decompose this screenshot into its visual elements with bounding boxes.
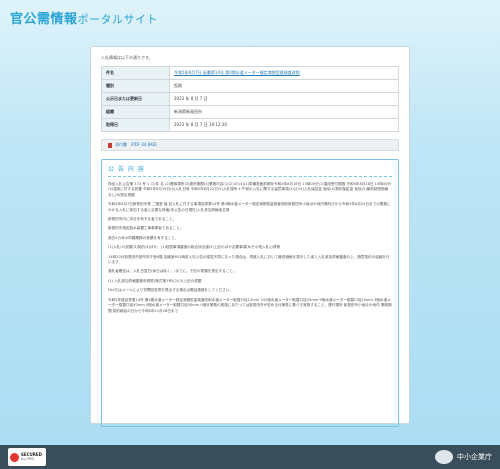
content-paragraph: 新発田市内に本社を有する者であること。 xyxy=(108,217,177,222)
agency-emblem-icon xyxy=(435,450,453,464)
table-row: 組織 新潟県新発田市 xyxy=(101,105,399,119)
agency-name: 中小企業庁 xyxy=(457,453,492,461)
bid-detail-card: 入札情報は以下の通りです。 件名 令和5年8月7日 延書第14号 第4期水道メー… xyxy=(90,46,410,427)
content-paragraph: 令和5年8月7日新発田市長 二階堂 馨 記入札に付する事項延書第14号 第4期水… xyxy=(108,202,391,212)
content-paragraph: 新発田市指定給水装置工事事業者であること。 xyxy=(108,226,184,231)
content-paragraph: 物品入札公告第 173 号 1 (1)件 名 (2)履取場所(3)委託期間(4)… xyxy=(108,182,392,197)
row-value: 新潟県新発田市 xyxy=(169,105,399,119)
content-paragraph: FAX又はメールにより質問回答書を提出する場合は電話連絡をしてください。 xyxy=(108,288,233,293)
agency-logo[interactable]: 中小企業庁 xyxy=(435,450,492,464)
notice-content: 公 告 内 容 物品入札公告第 173 号 1 (1)件 名 (2)履取場所(3… xyxy=(101,159,399,427)
row-label: 件名 xyxy=(101,66,170,80)
content-paragraph: 落札者確定は、入札日翌日(休日は除く。)までに、下記の書類を提出すること。 xyxy=(108,269,237,274)
content-paragraph: 過去5カ年の同種業務の実績を有すること。 xyxy=(108,235,179,240)
attachment-row: 添付書 （PDF 44.6KB） xyxy=(101,139,399,151)
pdf-icon xyxy=(108,142,112,148)
row-label: 取得日 xyxy=(101,118,170,132)
content-paragraph: (1)入札(2)設置(3)契約(4)ほか、(1)経営事項審査の総合評点値(5)上… xyxy=(108,245,281,250)
intro-text: 入札情報は以下の通りです。 xyxy=(101,55,153,60)
secured-badge[interactable]: SECURED by JPRS xyxy=(8,448,46,466)
row-value: 令和5年8月7日 延書第14号 第4期水道メーター検定満期型量検査改削 xyxy=(169,66,399,80)
site-logo[interactable]: 官公需情報ポータルサイト xyxy=(10,12,158,27)
secured-title: SECURED xyxy=(21,451,42,457)
content-paragraph: 令和5年度延書第14号 第4期水道メーター検定満期型量検査改削水道メーター取替口… xyxy=(108,297,392,313)
content-paragraph: (1) 入札参加資格審査申請書(様式第1号)(2)(3)上記の書類 xyxy=(108,278,202,283)
lock-icon xyxy=(10,452,19,462)
row-label: 公示日または更新日 xyxy=(101,92,170,106)
site-footer: SECURED by JPRS 中小企業庁 xyxy=(0,445,500,469)
row-value: 役務 xyxy=(169,79,399,93)
table-row: 公示日または更新日 2023 年 8 月 7 日 xyxy=(101,92,399,106)
site-header: 官公需情報ポータルサイト xyxy=(0,0,500,34)
secured-sub: by JPRS xyxy=(21,457,35,461)
secured-text: SECURED by JPRS xyxy=(21,451,42,462)
attachment-link[interactable]: 添付書 （PDF 44.6KB） xyxy=(115,142,160,148)
row-value: 2023 年 8 月 7 日 xyxy=(169,92,399,106)
content-title: 公 告 内 容 xyxy=(108,164,392,177)
row-value: 2023 年 8 月 7 日 19:12:30 xyxy=(169,118,399,132)
table-row: 取得日 2023 年 8 月 7 日 19:12:30 xyxy=(101,118,399,132)
bid-title-link[interactable]: 令和5年8月7日 延書第14号 第4期水道メーター検定満期型量検査改削 xyxy=(174,70,300,75)
row-label: 種別 xyxy=(101,79,170,93)
content-paragraph: 14時20分新発田市役所本庁舎6階 会議室601两前入札公告の縦覧不算になった場… xyxy=(108,254,390,265)
table-row: 種別 役務 xyxy=(101,79,399,93)
site-title: 官公需情報 xyxy=(10,12,78,27)
bid-info-table: 件名 令和5年8月7日 延書第14号 第4期水道メーター検定満期型量検査改削 種… xyxy=(101,66,399,132)
row-label: 組織 xyxy=(101,105,170,119)
table-row: 件名 令和5年8月7日 延書第14号 第4期水道メーター検定満期型量検査改削 xyxy=(101,66,399,80)
site-subtitle: ポータルサイト xyxy=(77,13,159,26)
